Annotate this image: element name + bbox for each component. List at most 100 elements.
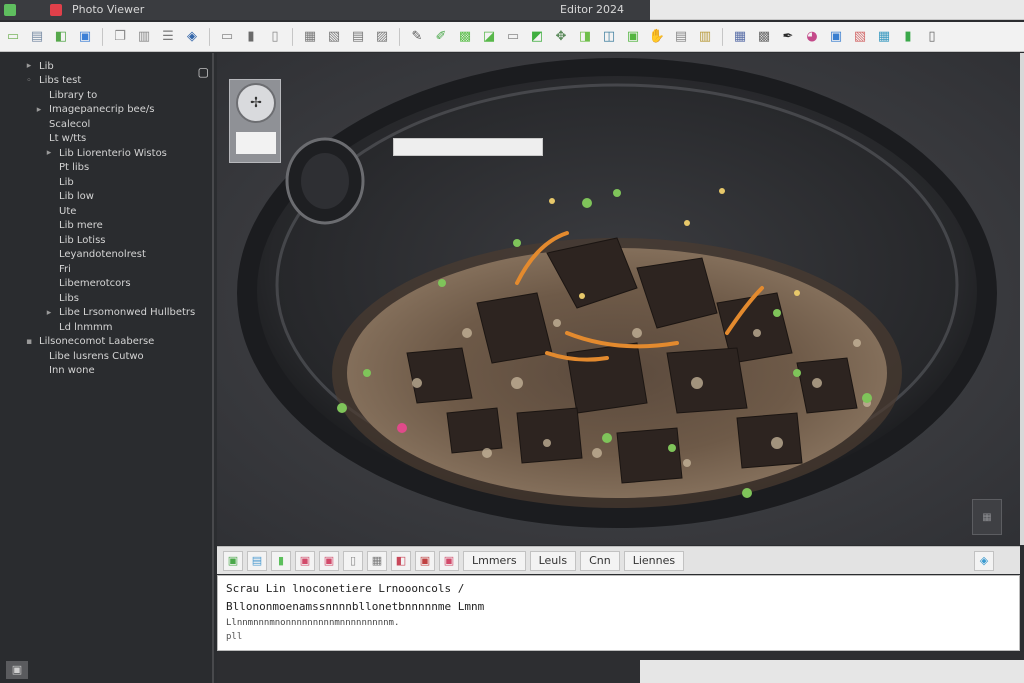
- grid-icon[interactable]: ▦: [300, 27, 320, 47]
- tree-item[interactable]: ◦ Libs test: [0, 74, 212, 89]
- tree-item-label: Ld lnmmm: [59, 321, 113, 333]
- caption-input[interactable]: [393, 138, 543, 156]
- tree-item[interactable]: Ute: [0, 204, 212, 219]
- tree-item[interactable]: Ld lnmmm: [0, 320, 212, 335]
- adjust-icon[interactable]: ▩: [754, 27, 774, 47]
- expand-arrow-icon[interactable]: ◦: [24, 76, 34, 86]
- folder-icon[interactable]: ▢: [198, 65, 209, 79]
- tree-item[interactable]: Lib: [0, 175, 212, 190]
- palette-icon[interactable]: ◕: [802, 27, 822, 47]
- flip-icon[interactable]: ◫: [599, 27, 619, 47]
- move-icon[interactable]: ✥: [551, 27, 571, 47]
- layers-icon[interactable]: ▤: [348, 27, 368, 47]
- tab-red-2[interactable]: ▣: [319, 550, 339, 571]
- save-icon[interactable]: ◧: [51, 27, 71, 47]
- tab-red-1[interactable]: ▣: [295, 550, 315, 571]
- lock-icon[interactable]: ▮: [241, 27, 261, 47]
- text-icon[interactable]: ▤: [671, 27, 691, 47]
- info-icon[interactable]: ▯: [922, 27, 942, 47]
- tree-item[interactable]: ▪ Lilsonecomot Laaberse: [0, 335, 212, 350]
- copy-icon[interactable]: ❐: [110, 27, 130, 47]
- pencil-icon[interactable]: ✎: [407, 27, 427, 47]
- histogram-icon[interactable]: ▧: [850, 27, 870, 47]
- tree-item[interactable]: Libemerotcors: [0, 277, 212, 292]
- file-tree-panel: ▢ ▸ Lib ◦ Libs test Library to ▸ Imagepanecrip…: [0, 53, 214, 683]
- cut-icon[interactable]: ▭: [217, 27, 237, 47]
- toolbar-separator: [292, 27, 293, 46]
- tab-meta[interactable]: Liennes: [623, 550, 685, 571]
- expand-arrow-icon[interactable]: ▸: [24, 61, 34, 71]
- levels-icon[interactable]: ▦: [874, 27, 894, 47]
- tree-item[interactable]: ▸ Lib: [0, 59, 212, 74]
- window-title: Photo Viewer: [72, 3, 145, 16]
- console-line: Llnnmnnnmnonnnnnnnnnmnnnnnnnnnm.: [226, 618, 400, 628]
- crop-icon[interactable]: ◪: [479, 27, 499, 47]
- status-bar: [217, 652, 1024, 683]
- eyedropper-icon[interactable]: ✒: [778, 27, 798, 47]
- tree-item[interactable]: Library to: [0, 88, 212, 103]
- shield-icon[interactable]: ◈: [974, 550, 994, 571]
- tab-history[interactable]: Lmmers: [463, 550, 526, 571]
- shape-icon[interactable]: ▥: [695, 27, 715, 47]
- rect-select-icon[interactable]: ▭: [503, 27, 523, 47]
- output-console[interactable]: Scrau Lin lnoconetiere Lrnoooncols / Bll…: [217, 575, 1020, 651]
- tree-item[interactable]: Scalecol: [0, 117, 212, 132]
- tree-item[interactable]: Lt w/tts: [0, 132, 212, 147]
- tab-doc[interactable]: ▯: [343, 550, 363, 571]
- tree-item-label: Pt libs: [59, 162, 90, 174]
- properties-icon[interactable]: ◈: [182, 27, 202, 47]
- tree-item[interactable]: ▸ Libe Lrsomonwed Hullbetrs: [0, 306, 212, 321]
- compass-icon[interactable]: ✢: [236, 83, 276, 123]
- open-folder-icon[interactable]: ▤: [27, 27, 47, 47]
- tree-item[interactable]: Leyandotenolrest: [0, 248, 212, 263]
- new-file-icon[interactable]: ▭: [3, 27, 23, 47]
- tree-item[interactable]: Libe lusrens Cutwo: [0, 349, 212, 364]
- tree-item[interactable]: Lib Lotiss: [0, 233, 212, 248]
- close-icon[interactable]: [50, 4, 62, 16]
- tab-alert[interactable]: ▣: [439, 550, 459, 571]
- tree-item[interactable]: ▸ Imagepanecrip bee/s: [0, 103, 212, 118]
- tab-camera[interactable]: ▣: [415, 550, 435, 571]
- zoom-icon[interactable]: ▣: [623, 27, 643, 47]
- fill-icon[interactable]: ▩: [455, 27, 475, 47]
- tree-item[interactable]: Pt libs: [0, 161, 212, 176]
- expand-arrow-icon[interactable]: ▸: [44, 148, 54, 158]
- tab-green[interactable]: ▮: [271, 550, 291, 571]
- expand-arrow-icon[interactable]: ▪: [24, 337, 34, 347]
- image-viewer[interactable]: ✢ ▦: [217, 53, 1020, 545]
- frame-icon[interactable]: ▧: [324, 27, 344, 47]
- panel-toggle-icon[interactable]: ▣: [6, 661, 28, 679]
- hand-icon[interactable]: ✋: [647, 27, 667, 47]
- tree-item-label: Lib: [39, 60, 54, 72]
- tree-item-label: Lt w/tts: [49, 133, 87, 145]
- tab-image[interactable]: ▣: [223, 550, 243, 571]
- expand-arrow-icon[interactable]: ▸: [34, 105, 44, 115]
- clip-icon[interactable]: ▯: [265, 27, 285, 47]
- brush-icon[interactable]: ✐: [431, 27, 451, 47]
- paste-icon[interactable]: ▥: [134, 27, 154, 47]
- tree-item[interactable]: Lib mere: [0, 219, 212, 234]
- tab-flag[interactable]: ◧: [391, 550, 411, 571]
- expand-arrow-icon[interactable]: ▸: [44, 308, 54, 318]
- tree-item[interactable]: Lib low: [0, 190, 212, 205]
- tab-levels[interactable]: ▤: [247, 550, 267, 571]
- tree-item[interactable]: ▸ Lib Liorenterio Wistos: [0, 146, 212, 161]
- tree-item[interactable]: Inn wone: [0, 364, 212, 379]
- navigator-panel[interactable]: ✢: [229, 79, 281, 163]
- tab-layers[interactable]: Leuls: [529, 550, 577, 571]
- tab-grid[interactable]: ▦: [367, 550, 387, 571]
- tree-item-label: Fri: [59, 263, 71, 275]
- list-icon[interactable]: ☰: [158, 27, 178, 47]
- image-icon[interactable]: ▨: [372, 27, 392, 47]
- chart-icon[interactable]: ▮: [898, 27, 918, 47]
- effects-icon[interactable]: ▣: [826, 27, 846, 47]
- vertical-scrollbar[interactable]: [1020, 53, 1024, 545]
- lasso-icon[interactable]: ◩: [527, 27, 547, 47]
- tree-item[interactable]: Fri: [0, 262, 212, 277]
- tab-info[interactable]: Cnn: [580, 550, 620, 571]
- rotate-icon[interactable]: ◨: [575, 27, 595, 47]
- zoom-field[interactable]: [236, 132, 276, 154]
- save-as-icon[interactable]: ▣: [75, 27, 95, 47]
- filter-icon[interactable]: ▦: [730, 27, 750, 47]
- tree-item[interactable]: Libs: [0, 291, 212, 306]
